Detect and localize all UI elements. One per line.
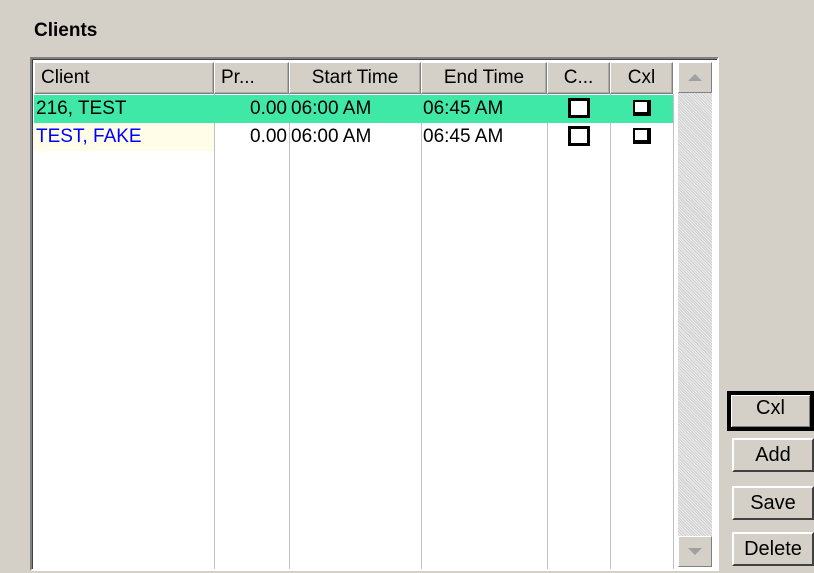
scroll-down-button[interactable] bbox=[678, 536, 712, 567]
cell-cxl bbox=[610, 95, 673, 123]
cell-client: TEST, FAKE bbox=[34, 123, 214, 151]
column-header-start-time[interactable]: Start Time bbox=[289, 62, 421, 94]
table-row[interactable]: 216, TEST 0.00 06:00 AM 06:45 AM bbox=[34, 95, 673, 123]
cxl-checkbox[interactable] bbox=[632, 128, 651, 145]
column-header-pr[interactable]: Pr... bbox=[214, 62, 289, 94]
cell-cxl bbox=[610, 123, 673, 151]
save-button[interactable]: Save bbox=[732, 486, 814, 520]
column-header-c[interactable]: C... bbox=[547, 62, 610, 94]
section-title: Clients bbox=[34, 20, 98, 41]
cell-c bbox=[547, 95, 610, 123]
clients-grid[interactable]: Client Pr... Start Time End Time C... Cx… bbox=[30, 57, 719, 571]
arrow-down-icon bbox=[688, 548, 702, 555]
cell-end-time: 06:45 AM bbox=[423, 98, 504, 119]
cell-pr: 0.00 bbox=[250, 98, 287, 119]
scroll-up-button[interactable] bbox=[678, 62, 712, 93]
cell-start-time: 06:00 AM bbox=[291, 98, 372, 119]
vertical-scrollbar[interactable] bbox=[678, 62, 712, 567]
add-button[interactable]: Add bbox=[732, 438, 814, 472]
cxl-checkbox[interactable] bbox=[632, 100, 651, 117]
column-header-cxl[interactable]: Cxl bbox=[610, 62, 673, 94]
cell-start-time: 06:00 AM bbox=[291, 126, 372, 147]
c-checkbox[interactable] bbox=[567, 125, 590, 146]
column-header-client[interactable]: Client bbox=[34, 62, 214, 94]
cell-end-time: 06:45 AM bbox=[423, 126, 504, 147]
delete-button[interactable]: Delete bbox=[732, 532, 814, 566]
grid-header: Client Pr... Start Time End Time C... Cx… bbox=[34, 62, 673, 94]
cell-c bbox=[547, 123, 610, 151]
cell-client: 216, TEST bbox=[36, 98, 127, 119]
arrow-up-icon bbox=[688, 74, 702, 81]
column-header-end-time[interactable]: End Time bbox=[421, 62, 547, 94]
cxl-button[interactable]: Cxl bbox=[727, 391, 814, 431]
c-checkbox[interactable] bbox=[567, 97, 590, 118]
table-row[interactable]: TEST, FAKE 0.00 06:00 AM 06:45 AM bbox=[34, 123, 673, 151]
cell-pr: 0.00 bbox=[250, 126, 287, 147]
